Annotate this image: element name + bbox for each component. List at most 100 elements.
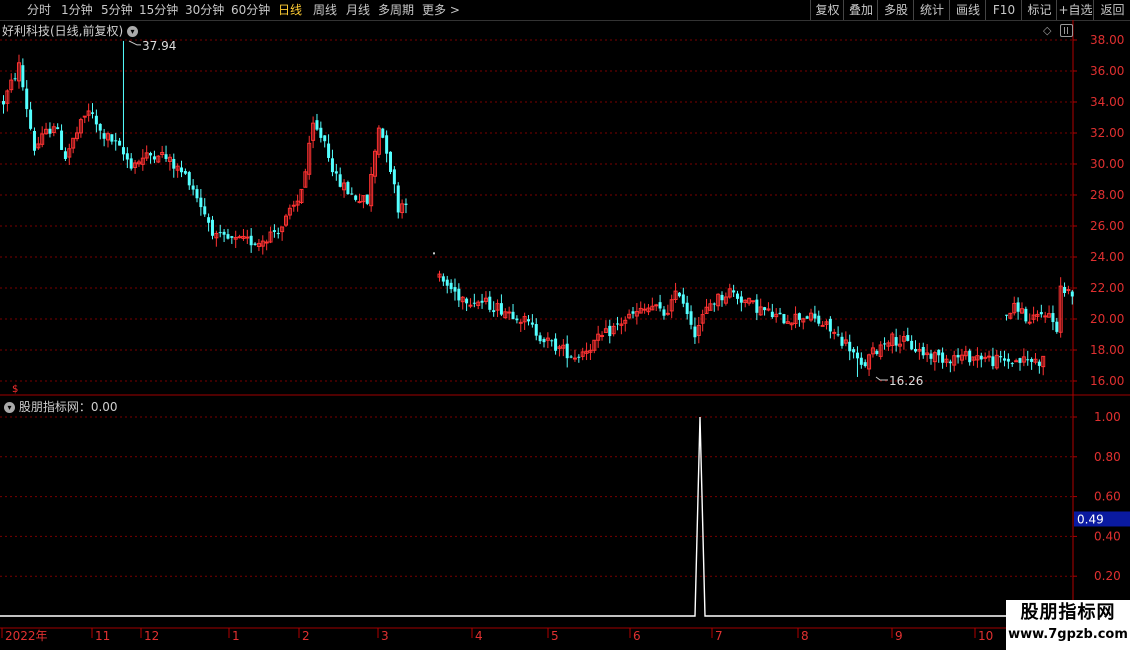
candle — [817, 310, 821, 327]
candle — [886, 340, 891, 351]
candle — [867, 353, 872, 376]
candle — [230, 235, 234, 244]
candle — [782, 313, 786, 325]
toolbar-action-8[interactable]: 返回 — [1093, 0, 1130, 20]
candle — [650, 297, 655, 311]
date-tick: 12 — [144, 629, 159, 643]
candle — [256, 238, 261, 252]
date-axis: 2022年 11 12 1 2 3 4 5 6 7 8 9 10 — [1, 628, 993, 643]
candle — [542, 337, 546, 348]
candle — [369, 166, 374, 212]
period-tab-0[interactable]: 分时 — [27, 0, 51, 20]
candle — [704, 298, 709, 314]
candle — [449, 279, 453, 294]
candle — [959, 348, 964, 365]
toolbar-action-5[interactable]: F10 — [985, 0, 1022, 20]
candle — [276, 227, 280, 239]
price-tick: 36.00 — [1090, 64, 1124, 78]
indicator-menu-chevron-icon[interactable]: ▾ — [4, 402, 15, 413]
date-tick: 2 — [302, 629, 310, 643]
candle — [755, 294, 759, 321]
candle — [673, 282, 678, 303]
period-tab-10[interactable]: 更多 > — [422, 0, 460, 20]
candle — [385, 130, 389, 163]
candle — [499, 294, 503, 317]
period-tab-9[interactable]: 多周期 — [378, 0, 414, 20]
candle — [557, 344, 562, 357]
toolbar-action-4[interactable]: 画线 — [949, 0, 986, 20]
candle — [789, 322, 794, 331]
candle — [389, 151, 392, 175]
period-tab-1[interactable]: 1分钟 — [61, 0, 93, 20]
period-tab-5[interactable]: 60分钟 — [231, 0, 270, 20]
candle — [631, 307, 635, 319]
candle — [545, 332, 550, 349]
period-tab-4[interactable]: 30分钟 — [185, 0, 224, 20]
candle — [569, 354, 573, 359]
dividend-marker-icon: $ — [12, 384, 18, 395]
toolbar-action-7[interactable]: +自选 — [1056, 0, 1094, 20]
toolbar-action-3[interactable]: 统计 — [913, 0, 950, 20]
toolbar-action-0[interactable]: 复权 — [810, 0, 844, 20]
candle — [191, 179, 195, 196]
candle — [813, 305, 817, 323]
candle — [843, 331, 848, 347]
period-tab-8[interactable]: 月线 — [346, 0, 370, 20]
candle — [214, 230, 219, 247]
candle — [863, 359, 867, 368]
candle — [210, 215, 214, 240]
candle — [187, 170, 191, 190]
candle — [1047, 305, 1052, 318]
panel-menu-chevron-icon[interactable]: ▾ — [127, 26, 139, 37]
candle — [1030, 357, 1034, 370]
date-tick: 1 — [232, 629, 240, 643]
candle — [376, 125, 381, 158]
candle — [136, 159, 141, 167]
candle — [36, 136, 41, 150]
candle — [735, 290, 739, 305]
candle — [392, 166, 396, 194]
toolbar-action-2[interactable]: 多股 — [877, 0, 914, 20]
candle — [770, 303, 774, 319]
candle — [1037, 359, 1041, 374]
high-price-label: 37.94 — [142, 39, 176, 53]
toolbar-action-1[interactable]: 叠加 — [843, 0, 878, 20]
candle — [987, 350, 992, 362]
candle — [941, 347, 945, 369]
candle — [693, 317, 697, 344]
candle — [1051, 305, 1055, 331]
candle — [330, 149, 334, 177]
candle — [1005, 314, 1008, 321]
candle — [1055, 317, 1059, 334]
candle — [662, 306, 666, 320]
candle — [63, 147, 67, 161]
candle — [29, 101, 33, 131]
toolbar-action-6[interactable]: 标记 — [1021, 0, 1057, 20]
candle — [94, 109, 98, 133]
candle — [404, 198, 408, 214]
window-toggle-icon[interactable] — [1060, 24, 1073, 37]
price-tick: 38.00 — [1090, 33, 1124, 47]
candle — [1021, 348, 1026, 367]
candlestick-series: 37.94 16.26 $ — [2, 39, 1074, 395]
price-tick: 24.00 — [1090, 250, 1124, 264]
candle — [901, 331, 906, 350]
diamond-icon[interactable]: ◇ — [1043, 24, 1051, 37]
candle — [608, 319, 612, 344]
period-tab-3[interactable]: 15分钟 — [139, 0, 178, 20]
candle — [118, 137, 122, 146]
candle — [801, 317, 806, 330]
candle — [82, 115, 87, 124]
period-tab-7[interactable]: 周线 — [313, 0, 337, 20]
candle — [400, 199, 405, 219]
candle — [110, 134, 114, 145]
candle — [25, 80, 29, 118]
candle — [870, 342, 875, 358]
candle — [828, 316, 832, 339]
period-tab-6[interactable]: 日线 — [278, 0, 302, 20]
period-tab-2[interactable]: 5分钟 — [101, 0, 133, 20]
indicator-panel-title: ▾ 股朋指标网：0.00 — [4, 398, 118, 415]
candle — [1010, 362, 1014, 367]
candle — [98, 123, 102, 140]
candle — [658, 294, 662, 312]
